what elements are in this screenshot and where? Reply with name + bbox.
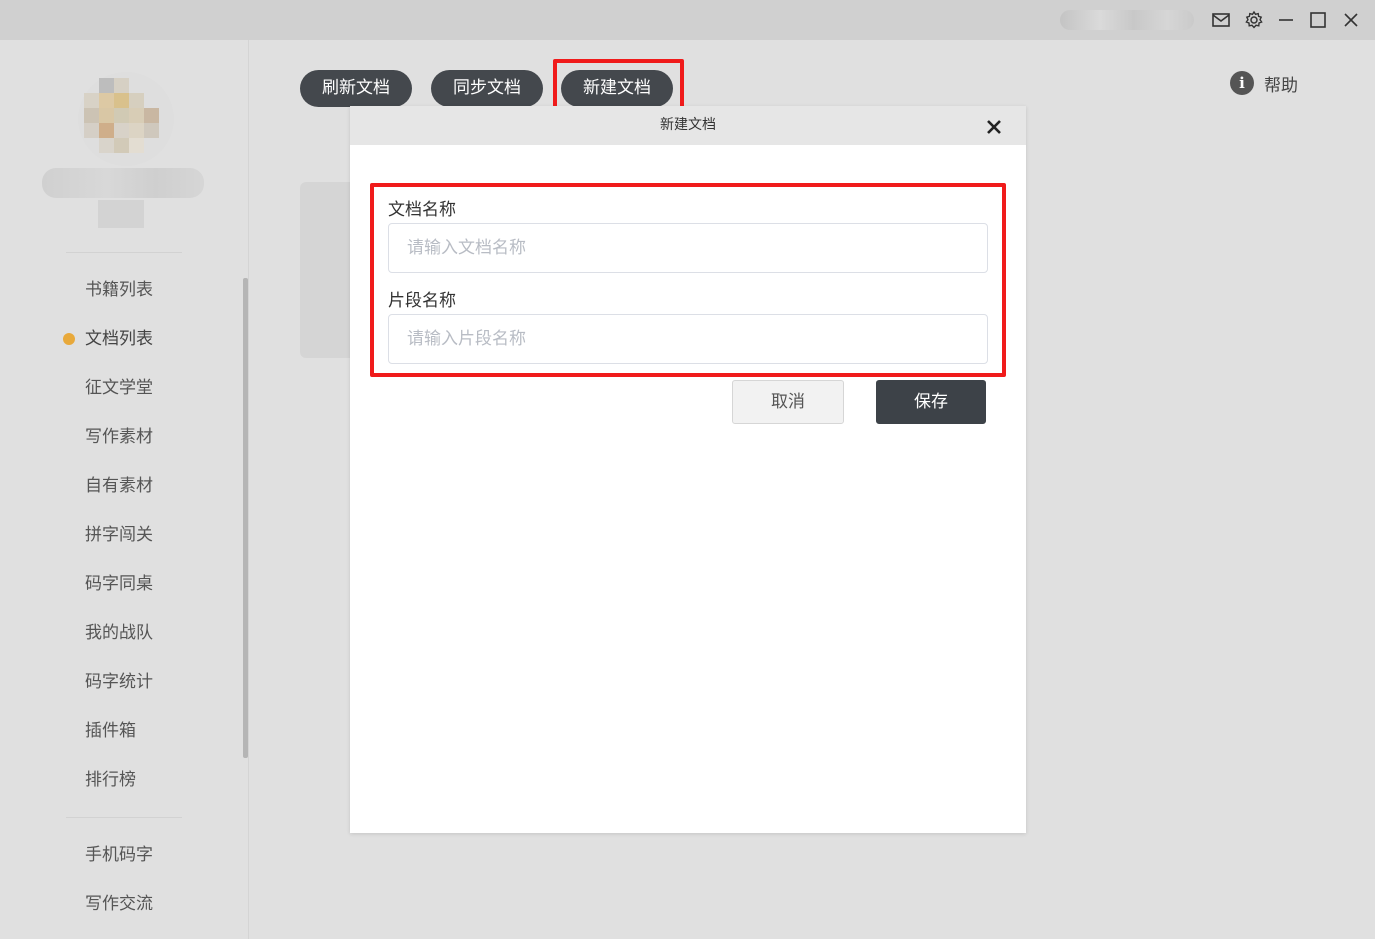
sync-doc-button[interactable]: 同步文档: [431, 70, 543, 107]
sidebar-item-own-material[interactable]: 自有素材: [85, 474, 153, 498]
gear-icon[interactable]: [1242, 8, 1266, 32]
sidebar-item-typing-partner[interactable]: 码字同桌: [85, 572, 153, 596]
sidebar-item-leaderboard[interactable]: 排行榜: [85, 768, 136, 792]
new-doc-dialog: 新建文档 文档名称 片段名称 取消 保存: [350, 106, 1026, 833]
sidebar-item-essay-school[interactable]: 征文学堂: [85, 376, 153, 400]
info-icon: i: [1230, 71, 1254, 95]
section-name-label: 片段名称: [388, 291, 456, 311]
username-blurred: [42, 168, 204, 198]
sidebar-divider: [66, 252, 182, 253]
cancel-button[interactable]: 取消: [732, 380, 844, 424]
doc-name-label: 文档名称: [388, 200, 456, 220]
save-button[interactable]: 保存: [876, 380, 986, 424]
new-doc-button[interactable]: 新建文档: [561, 70, 673, 107]
sidebar-item-writing-exchange[interactable]: 写作交流: [85, 892, 153, 916]
section-name-input[interactable]: [388, 314, 988, 364]
sidebar-item-doc-list[interactable]: 文档列表: [85, 327, 153, 351]
sidebar-item-book-list[interactable]: 书籍列表: [85, 278, 153, 302]
active-indicator-dot: [63, 333, 75, 345]
userid-blurred: [98, 200, 144, 228]
close-icon[interactable]: [1339, 8, 1363, 32]
maximize-icon[interactable]: [1306, 8, 1330, 32]
avatar[interactable]: [84, 78, 160, 154]
dialog-close-icon[interactable]: [982, 115, 1006, 139]
sidebar-item-word-stats[interactable]: 码字统计: [85, 670, 153, 694]
dialog-title: 新建文档: [660, 117, 716, 133]
help-label: 帮助: [1264, 75, 1298, 96]
sidebar-item-word-challenge[interactable]: 拼字闯关: [85, 523, 153, 547]
sidebar: 书籍列表 文档列表 征文学堂 写作素材 自有素材 拼字闯关 码字同桌 我的战队 …: [0, 40, 249, 939]
sidebar-item-mobile-typing[interactable]: 手机码字: [85, 843, 153, 867]
minimize-icon[interactable]: [1274, 8, 1298, 32]
refresh-doc-button[interactable]: 刷新文档: [300, 70, 412, 107]
sidebar-divider: [66, 817, 182, 818]
doc-name-input[interactable]: [388, 223, 988, 273]
help-link[interactable]: i 帮助: [1230, 70, 1298, 96]
sidebar-item-plugins[interactable]: 插件箱: [85, 719, 136, 743]
user-name-blurred: [1060, 10, 1194, 30]
sidebar-item-writing-material[interactable]: 写作素材: [85, 425, 153, 449]
sidebar-item-my-team[interactable]: 我的战队: [85, 621, 153, 645]
title-bar: [0, 0, 1375, 40]
mail-icon[interactable]: [1209, 8, 1233, 32]
sidebar-scrollbar[interactable]: [243, 278, 248, 758]
